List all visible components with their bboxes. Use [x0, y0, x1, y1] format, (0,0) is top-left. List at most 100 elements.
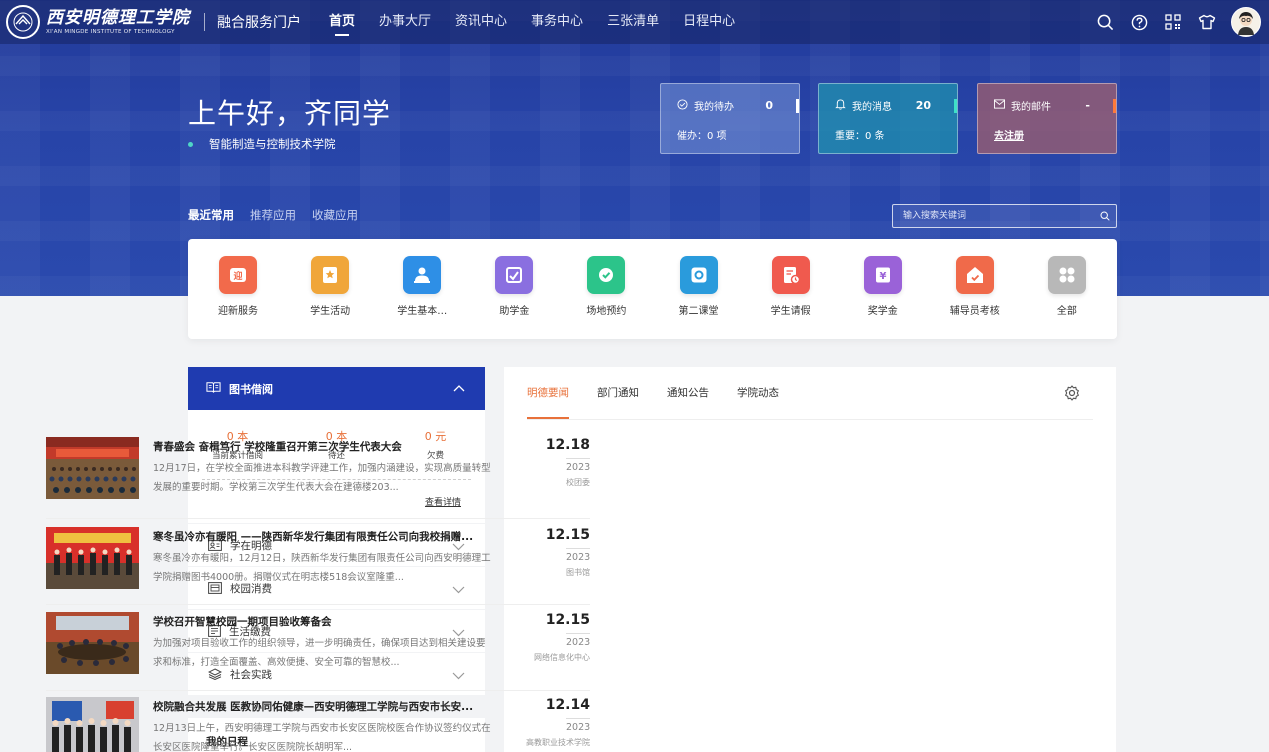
- nav-item-three-lists[interactable]: 三张清单: [607, 0, 659, 44]
- app-venue-booking[interactable]: 场地预约: [560, 239, 652, 339]
- scholarship-icon: ¥: [863, 256, 902, 294]
- college-label: 智能制造与控制技术学院: [209, 137, 336, 151]
- app-counselor-assessment[interactable]: 辅导员考核: [929, 239, 1021, 339]
- welcome-icon: 迎: [219, 256, 258, 294]
- app-second-classroom[interactable]: 第二课堂: [652, 239, 744, 339]
- news-tabs: 明德要闻 部门通知 通知公告 学院动态: [527, 385, 807, 419]
- library-header[interactable]: 图书借阅: [188, 367, 485, 410]
- message-card[interactable]: 我的消息 20 重要：0 条: [818, 83, 958, 154]
- college-name: 智能制造与控制技术学院: [188, 136, 336, 152]
- nav-item-schedule-center[interactable]: 日程中心: [683, 0, 735, 44]
- mail-card[interactable]: 我的邮件 - 去注册: [977, 83, 1117, 154]
- app-label: 学生请假: [770, 306, 811, 317]
- nav-item-affairs-center[interactable]: 事务中心: [531, 0, 583, 44]
- help-icon[interactable]: [1129, 12, 1149, 32]
- news-panel: 明德要闻 部门通知 通知公告 学院动态: [504, 367, 1116, 752]
- search-icon[interactable]: [1094, 211, 1116, 221]
- tab-announcements[interactable]: 通知公告: [667, 385, 709, 419]
- app-scholarship[interactable]: ¥ 奖学金: [837, 239, 929, 339]
- nav-item-home[interactable]: 首页: [329, 0, 355, 44]
- nav-icon-bar: [1081, 0, 1261, 44]
- news-title[interactable]: 寒冬虽冷亦有暖阳 ——陕西新华发行集团有限责任公司向我校捐赠...: [153, 529, 493, 544]
- greeting-text: 上午好，齐同学: [188, 97, 392, 130]
- news-thumbnail: [46, 437, 139, 499]
- news-year: 2023: [566, 718, 590, 733]
- news-title[interactable]: 青春盛会 奋楫笃行 学校隆重召开第三次学生代表大会: [153, 439, 493, 454]
- todo-card[interactable]: 我的待办 0 催办：0 项: [660, 83, 800, 154]
- message-important-count: 重要：0 条: [835, 131, 885, 142]
- tab-recent-apps[interactable]: 最近常用: [188, 207, 234, 223]
- app-grant[interactable]: 助学金: [468, 239, 560, 339]
- message-label: 我的消息: [852, 102, 892, 113]
- news-item[interactable]: 学校召开智慧校园一期项目验收筹备会 为加强对项目验收工作的组织领导，进一步明确责…: [46, 612, 590, 686]
- tab-college-news[interactable]: 学院动态: [737, 385, 779, 419]
- portal-name: 融合服务门户: [217, 15, 301, 31]
- news-item[interactable]: 寒冬虽冷亦有暖阳 ——陕西新华发行集团有限责任公司向我校捐赠... 寒冬虽冷亦有…: [46, 527, 590, 601]
- college-dot: [188, 141, 193, 147]
- app-all[interactable]: 全部: [1021, 239, 1113, 339]
- app-label: 助学金: [499, 306, 530, 317]
- news-department: 校团委: [566, 478, 590, 487]
- news-thumbnail: [46, 612, 139, 674]
- app-label: 学生活动: [310, 306, 351, 317]
- mail-count: -: [1085, 99, 1090, 112]
- app-welcome-service[interactable]: 迎 迎新服务: [192, 239, 284, 339]
- app-label: 第二课堂: [678, 306, 719, 317]
- library-title: 图书借阅: [229, 382, 273, 396]
- mail-icon: [994, 99, 1005, 112]
- svg-text:迎: 迎: [234, 270, 243, 282]
- message-accent-bar: [954, 99, 957, 113]
- skin-icon[interactable]: [1197, 12, 1217, 32]
- tab-recommended-apps[interactable]: 推荐应用: [250, 207, 296, 223]
- school-logo[interactable]: 西安明德理工学院 XI'AN MINGDE INSTITUTE OF TECHN…: [6, 5, 190, 39]
- news-item[interactable]: 青春盛会 奋楫笃行 学校隆重召开第三次学生代表大会 12月17日，在学校全面推进…: [46, 437, 590, 511]
- news-date: 12.14 2023 高教职业技术学院: [500, 697, 590, 748]
- tab-mingde-news[interactable]: 明德要闻: [527, 385, 569, 419]
- news-department: 图书馆: [566, 568, 590, 577]
- book-icon: [206, 381, 221, 396]
- all-apps-icon: [1047, 256, 1086, 294]
- app-student-activity[interactable]: 学生活动: [284, 239, 376, 339]
- qrcode-icon[interactable]: [1163, 12, 1183, 32]
- search-icon[interactable]: [1095, 12, 1115, 32]
- gear-icon[interactable]: [1064, 385, 1080, 405]
- svg-text:¥: ¥: [879, 271, 886, 282]
- news-day: 12.15: [545, 612, 590, 628]
- todo-accent-bar: [796, 99, 799, 113]
- app-student-info[interactable]: 学生基本…: [376, 239, 468, 339]
- grant-icon: [495, 256, 534, 294]
- nav-item-news-center[interactable]: 资讯中心: [455, 0, 507, 44]
- app-student-leave[interactable]: 学生请假: [745, 239, 837, 339]
- second-class-icon: [679, 256, 718, 294]
- app-label: 迎新服务: [218, 306, 259, 317]
- check-circle-icon: [677, 98, 688, 113]
- news-thumbnail: [46, 527, 139, 589]
- mail-register-link[interactable]: 去注册: [978, 127, 1116, 142]
- logo-chinese-name: 西安明德理工学院: [46, 8, 190, 28]
- news-title[interactable]: 校院融合共发展 医教协同佑健康—西安明德理工学院与西安市长安...: [153, 699, 493, 714]
- news-year: 2023: [566, 548, 590, 563]
- tab-department-notice[interactable]: 部门通知: [597, 385, 639, 419]
- news-day: 12.15: [545, 527, 590, 543]
- news-summary: 寒冬虽冷亦有暖阳，12月12日，陕西新华发行集团有限责任公司向西安明德理工学院捐…: [153, 553, 491, 583]
- bell-icon: [835, 98, 846, 113]
- logo-english-name: XI'AN MINGDE INSTITUTE OF TECHNOLOGY: [46, 29, 175, 35]
- app-tabs: 最近常用 推荐应用 收藏应用: [188, 207, 374, 223]
- news-divider: [46, 604, 590, 605]
- chevron-up-icon[interactable]: [453, 382, 465, 395]
- tab-favorite-apps[interactable]: 收藏应用: [312, 207, 358, 223]
- news-year: 2023: [566, 633, 590, 648]
- news-department: 网络信息化中心: [534, 653, 590, 662]
- news-year: 2023: [566, 458, 590, 473]
- nav-divider: [204, 13, 205, 31]
- todo-label: 我的待办: [694, 102, 734, 113]
- app-search-input[interactable]: [893, 205, 1094, 227]
- news-title[interactable]: 学校召开智慧校园一期项目验收筹备会: [153, 614, 493, 629]
- app-label: 学生基本…: [397, 306, 448, 317]
- news-item[interactable]: 校院融合共发展 医教协同佑健康—西安明德理工学院与西安市长安... 12月13日…: [46, 697, 590, 752]
- nav-item-service-hall[interactable]: 办事大厅: [379, 0, 431, 44]
- app-grid: 迎 迎新服务 学生活动 学生基本… 助学金 场地预约 第二课堂 学生请假 ¥ 奖…: [188, 239, 1117, 339]
- user-avatar[interactable]: [1231, 7, 1261, 37]
- leave-icon: [771, 256, 810, 294]
- app-label: 奖学金: [867, 306, 898, 317]
